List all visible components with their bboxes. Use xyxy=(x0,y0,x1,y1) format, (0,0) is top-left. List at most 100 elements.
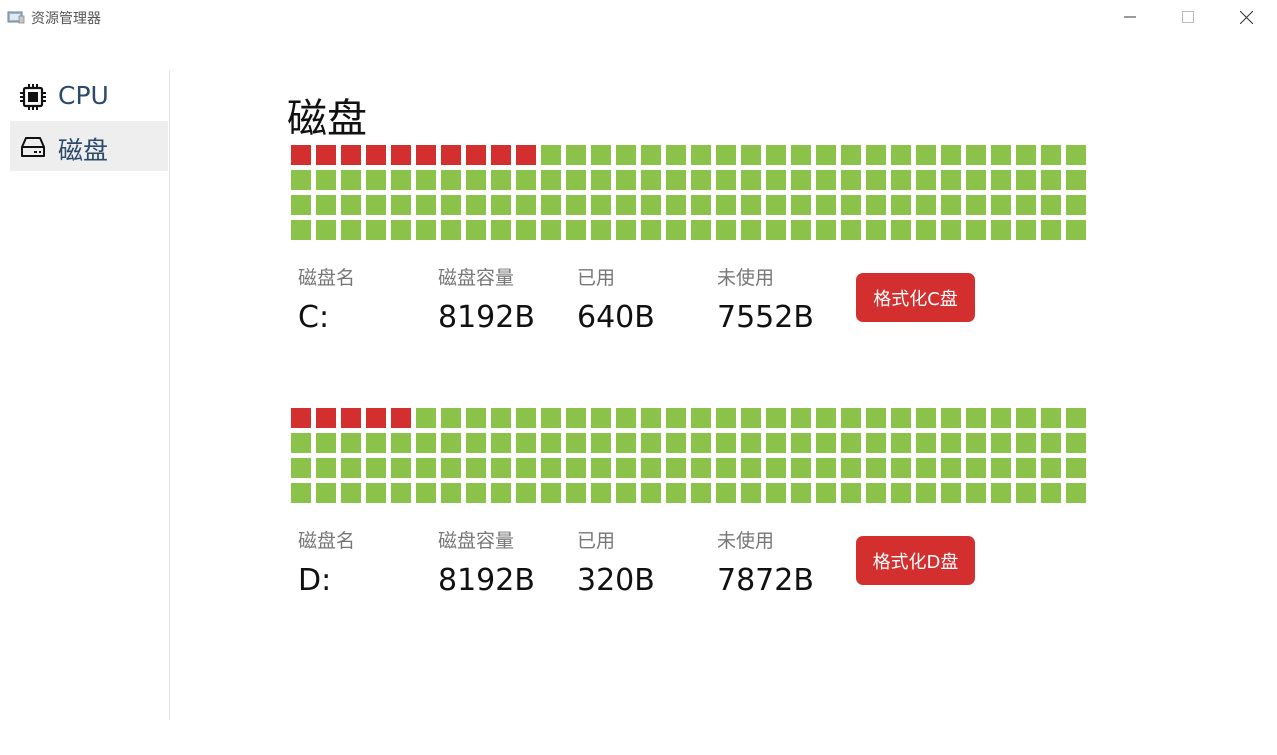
free-block xyxy=(366,483,386,503)
free-block xyxy=(491,195,511,215)
free-block xyxy=(966,170,986,190)
free-block xyxy=(966,483,986,503)
free-block xyxy=(941,195,961,215)
free-block xyxy=(1016,483,1036,503)
free-block xyxy=(766,433,786,453)
free-block xyxy=(616,433,636,453)
free-block xyxy=(341,220,361,240)
free-block xyxy=(416,483,436,503)
free-block xyxy=(816,220,836,240)
free-block xyxy=(616,220,636,240)
used-block xyxy=(341,408,361,428)
free-block xyxy=(291,458,311,478)
free-block xyxy=(841,408,861,428)
free-block xyxy=(566,458,586,478)
free-block xyxy=(1066,408,1086,428)
free-block xyxy=(466,170,486,190)
free-block xyxy=(541,145,561,165)
free-block xyxy=(341,458,361,478)
free-block xyxy=(791,458,811,478)
free-block xyxy=(591,483,611,503)
disk-name-column: 磁盘名 C: xyxy=(298,263,355,335)
free-block xyxy=(766,408,786,428)
maximize-button[interactable] xyxy=(1158,0,1218,34)
sidebar: CPU 磁盘 xyxy=(0,70,170,720)
free-block xyxy=(941,458,961,478)
used-block xyxy=(391,408,411,428)
free-block xyxy=(491,483,511,503)
free-block xyxy=(566,408,586,428)
used-block xyxy=(391,145,411,165)
free-block xyxy=(791,145,811,165)
disk-panel-d: 磁盘名 D: 磁盘容量 8192B 已用 320B 未使用 7872B 格式化D… xyxy=(291,408,1091,608)
free-block xyxy=(366,433,386,453)
free-block xyxy=(841,170,861,190)
free-block xyxy=(691,408,711,428)
free-block xyxy=(716,433,736,453)
format-d-button[interactable]: 格式化D盘 xyxy=(856,536,975,585)
used-block xyxy=(316,408,336,428)
format-c-button[interactable]: 格式化C盘 xyxy=(856,273,975,322)
free-block xyxy=(816,170,836,190)
disk-capacity-label: 磁盘容量 xyxy=(438,530,515,552)
sidebar-item-cpu[interactable]: CPU xyxy=(10,71,168,121)
free-block xyxy=(591,433,611,453)
free-block xyxy=(616,145,636,165)
free-block xyxy=(466,433,486,453)
free-block xyxy=(616,458,636,478)
free-block xyxy=(791,220,811,240)
free-block xyxy=(1041,195,1061,215)
disk-capacity-label: 磁盘容量 xyxy=(438,267,515,289)
free-block xyxy=(716,408,736,428)
free-block xyxy=(1016,145,1036,165)
free-block xyxy=(291,195,311,215)
free-block xyxy=(916,195,936,215)
free-block xyxy=(391,483,411,503)
free-block xyxy=(616,483,636,503)
free-block xyxy=(541,483,561,503)
close-button[interactable] xyxy=(1216,0,1276,34)
free-block xyxy=(491,433,511,453)
cpu-chip-icon xyxy=(20,84,46,110)
free-block xyxy=(391,170,411,190)
free-block xyxy=(566,433,586,453)
used-block xyxy=(441,145,461,165)
free-block xyxy=(1066,433,1086,453)
free-block xyxy=(891,433,911,453)
free-block xyxy=(741,170,761,190)
free-block xyxy=(941,483,961,503)
free-block xyxy=(991,433,1011,453)
free-block xyxy=(1041,408,1061,428)
free-block xyxy=(741,408,761,428)
disk-free-value: 7872B xyxy=(717,563,814,598)
free-block xyxy=(516,433,536,453)
used-block xyxy=(366,145,386,165)
free-block xyxy=(516,483,536,503)
free-block xyxy=(341,170,361,190)
free-block xyxy=(766,483,786,503)
minimize-button[interactable] xyxy=(1100,0,1160,34)
disk-capacity-column: 磁盘容量 8192B xyxy=(438,526,535,598)
free-block xyxy=(816,483,836,503)
free-block xyxy=(916,483,936,503)
free-block xyxy=(491,170,511,190)
free-block xyxy=(591,408,611,428)
free-block xyxy=(891,408,911,428)
used-block xyxy=(316,145,336,165)
free-block xyxy=(841,483,861,503)
minimize-icon xyxy=(1124,16,1136,18)
free-block xyxy=(591,145,611,165)
free-block xyxy=(866,195,886,215)
free-block xyxy=(316,195,336,215)
sidebar-item-disk[interactable]: 磁盘 xyxy=(10,121,168,171)
free-block xyxy=(541,170,561,190)
free-block xyxy=(341,195,361,215)
free-block xyxy=(616,195,636,215)
free-block xyxy=(416,458,436,478)
free-block xyxy=(666,195,686,215)
free-block xyxy=(941,170,961,190)
free-block xyxy=(641,458,661,478)
free-block xyxy=(1041,483,1061,503)
free-block xyxy=(1066,220,1086,240)
used-block xyxy=(491,145,511,165)
